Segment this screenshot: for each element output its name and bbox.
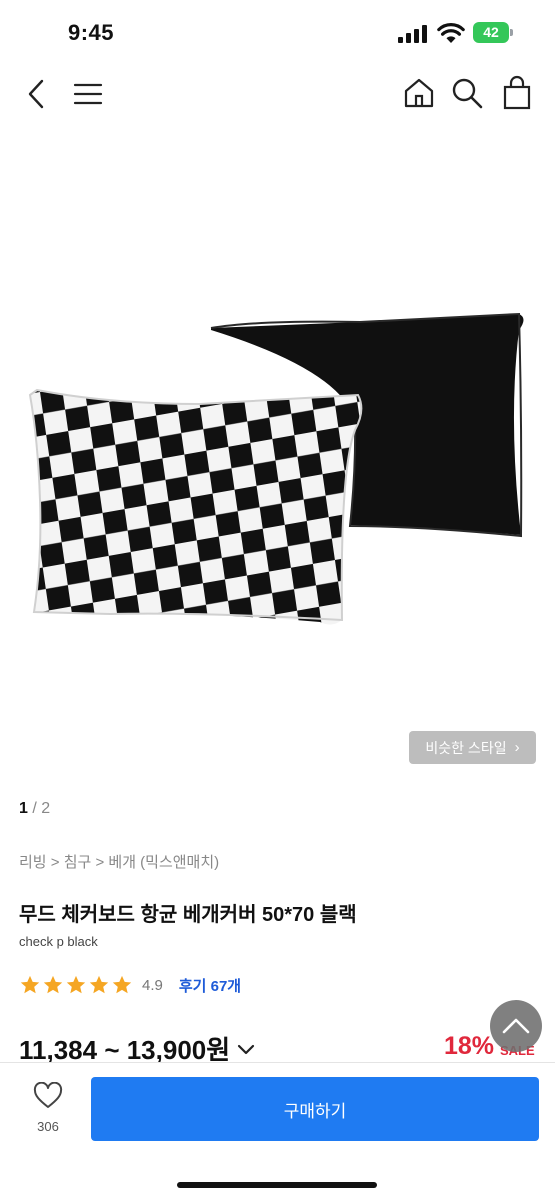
product-image[interactable]	[0, 132, 555, 782]
status-bar: 9:45 42	[0, 0, 555, 66]
battery-icon: 42	[473, 22, 513, 43]
cellular-signal-icon	[398, 25, 427, 43]
image-page-counter: 1 / 2	[19, 800, 50, 818]
shopping-bag-icon[interactable]	[500, 75, 534, 111]
heart-icon	[33, 1082, 63, 1108]
chevron-up-icon	[502, 1018, 530, 1034]
search-icon[interactable]	[450, 76, 484, 110]
wifi-icon	[437, 23, 465, 43]
like-button[interactable]: 306	[18, 1082, 78, 1140]
star-icon	[20, 975, 40, 994]
chevron-right-icon: ›	[514, 739, 520, 756]
star-icon	[89, 975, 109, 994]
star-icon	[66, 975, 86, 994]
status-time: 9:45	[68, 20, 115, 45]
home-icon[interactable]	[402, 76, 436, 110]
page-separator: /	[27, 800, 42, 817]
product-title: 무드 체커보드 항균 베개커버 50*70 블랙	[19, 904, 357, 926]
chevron-down-icon	[238, 1044, 255, 1054]
total-pages: 2	[41, 800, 51, 817]
buy-button[interactable]: 구매하기	[91, 1077, 539, 1141]
star-icon	[43, 975, 63, 994]
current-page: 1	[19, 800, 28, 817]
menu-icon[interactable]	[72, 80, 104, 108]
star-icon	[112, 975, 132, 994]
rating-value: 4.9	[142, 976, 163, 994]
similar-style-label: 비슷한 스타일	[425, 739, 507, 756]
similar-style-button[interactable]: 비슷한 스타일 ›	[409, 731, 536, 764]
breadcrumb[interactable]: 리빙 > 침구 > 베개 (믹스앤매치)	[19, 851, 219, 872]
rating-stars	[19, 974, 133, 996]
review-count-link[interactable]: 후기 67개	[179, 975, 241, 996]
home-indicator	[177, 1182, 377, 1188]
product-subtitle: check p black	[19, 934, 98, 949]
like-count: 306	[37, 1119, 59, 1134]
discount-rate: 18%	[444, 1032, 495, 1060]
battery-level: 42	[483, 24, 499, 40]
scroll-to-top-button[interactable]	[490, 1000, 542, 1052]
back-icon[interactable]	[22, 76, 52, 112]
rating-row: 4.9 후기 67개	[19, 972, 241, 998]
